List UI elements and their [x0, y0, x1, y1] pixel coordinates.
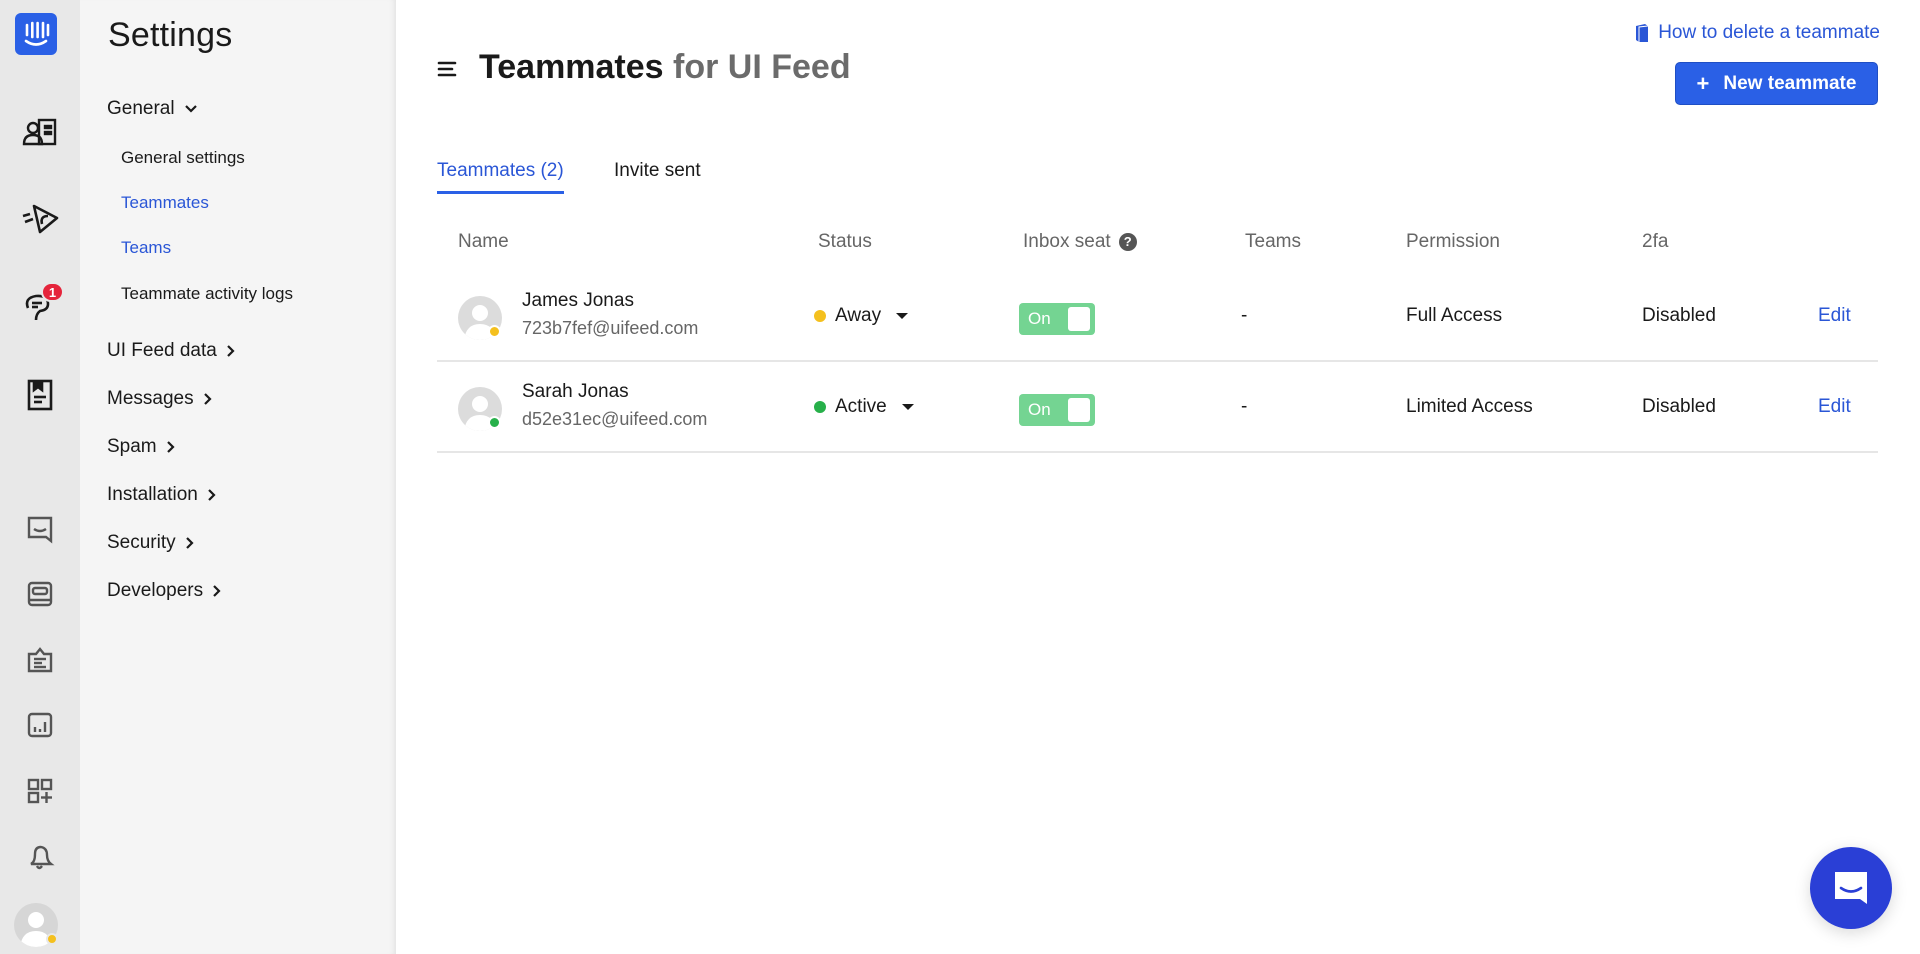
status-label: Active: [835, 396, 887, 417]
section-spam[interactable]: Spam: [107, 436, 175, 458]
tab-invite-sent[interactable]: Invite sent: [614, 160, 701, 191]
teammate-name: James Jonas: [522, 290, 634, 311]
teammate-email: d52e31ec@uifeed.com: [522, 409, 708, 429]
book-icon: [1636, 24, 1649, 42]
toggle-knob: [1068, 398, 1090, 422]
twofa-value: Disabled: [1642, 305, 1716, 326]
column-header-permission: Permission: [1406, 231, 1500, 252]
column-header-status: Status: [818, 231, 872, 252]
sidebar-item-teammate-activity-logs[interactable]: Teammate activity logs: [121, 284, 293, 304]
section-label: Installation: [107, 484, 198, 505]
chat-icon: [1835, 872, 1867, 904]
sidebar-item-teams[interactable]: Teams: [121, 238, 171, 258]
section-ui-feed-data[interactable]: UI Feed data: [107, 340, 235, 362]
table-row: James Jonas 723b7fef@uifeed.com Away On …: [437, 272, 1878, 362]
table-row: Sarah Jonas d52e31ec@uifeed.com Active O…: [437, 363, 1878, 453]
status-label: Away: [835, 305, 882, 326]
app-store-icon[interactable]: [0, 767, 80, 815]
main-content: Teammates for UI Feed How to delete a te…: [396, 0, 1920, 954]
section-messages[interactable]: Messages: [107, 388, 212, 410]
chevron-right-icon: [166, 441, 175, 453]
chevron-right-icon: [227, 345, 235, 357]
section-label: Messages: [107, 388, 194, 409]
tab-teammates[interactable]: Teammates (2): [437, 160, 564, 194]
column-header-name: Name: [458, 231, 509, 252]
section-installation[interactable]: Installation: [107, 484, 216, 506]
teammate-name: Sarah Jonas: [522, 381, 629, 402]
outbound-icon[interactable]: [0, 194, 80, 242]
toggle-label: On: [1028, 309, 1051, 328]
section-label: General: [107, 98, 175, 119]
articles-icon[interactable]: [0, 371, 80, 419]
section-label: Security: [107, 532, 176, 553]
twofa-value: Disabled: [1642, 396, 1716, 417]
plus-icon: +: [1696, 70, 1710, 96]
caret-down-icon: [901, 404, 914, 410]
column-header-teams: Teams: [1245, 231, 1301, 252]
notifications-icon[interactable]: [0, 833, 80, 881]
hamburger-menu-icon[interactable]: [436, 58, 458, 80]
settings-title: Settings: [108, 16, 233, 54]
section-label: Spam: [107, 436, 157, 457]
intercom-logo-icon[interactable]: [15, 13, 57, 55]
permission-value: Full Access: [1406, 305, 1503, 326]
page-title-workspace: for UI Feed: [663, 48, 851, 86]
toggle-knob: [1068, 307, 1090, 331]
away-status-dot: [46, 933, 58, 945]
contacts-icon[interactable]: [0, 108, 80, 156]
new-teammate-label: New teammate: [1723, 72, 1857, 94]
teams-value: -: [1241, 396, 1248, 417]
edit-link[interactable]: Edit: [1818, 396, 1851, 418]
chevron-down-icon: [184, 105, 197, 113]
section-label: UI Feed data: [107, 340, 217, 361]
chevron-right-icon: [185, 537, 194, 549]
messenger-icon[interactable]: [0, 505, 80, 553]
toggle-label: On: [1028, 400, 1051, 419]
sidebar-item-general-settings[interactable]: General settings: [121, 148, 245, 168]
inbox-seat-toggle[interactable]: On: [1019, 394, 1095, 426]
chevron-right-icon: [208, 489, 216, 501]
messenger-launcher-button[interactable]: [1810, 847, 1892, 929]
teammate-email: 723b7fef@uifeed.com: [522, 318, 699, 338]
status-dropdown[interactable]: Active: [814, 396, 914, 418]
status-dropdown[interactable]: Away: [814, 305, 909, 327]
icon-rail: 1: [0, 0, 80, 954]
presence-dot: [488, 416, 501, 429]
section-security[interactable]: Security: [107, 532, 194, 554]
page-title-main: Teammates: [479, 48, 664, 86]
how-to-delete-teammate-link[interactable]: How to delete a teammate: [1634, 22, 1880, 44]
status-dot: [814, 401, 826, 413]
reports-icon[interactable]: [0, 701, 80, 749]
operator-icon[interactable]: [0, 636, 80, 684]
chevron-right-icon: [213, 585, 221, 597]
section-general[interactable]: General: [107, 98, 197, 120]
sidebar-item-teammates[interactable]: Teammates: [121, 193, 209, 213]
inbox-seat-toggle[interactable]: On: [1019, 303, 1095, 335]
help-link-label: How to delete a teammate: [1658, 22, 1880, 43]
inbox-icon[interactable]: [0, 282, 80, 330]
section-developers[interactable]: Developers: [107, 580, 221, 602]
section-label: Developers: [107, 580, 204, 601]
caret-down-icon: [896, 313, 909, 319]
settings-sidebar: Settings General General settings Teamma…: [80, 0, 396, 954]
permission-value: Limited Access: [1406, 396, 1533, 417]
status-dot: [814, 310, 826, 322]
inbox-seat-label: Inbox seat: [1023, 231, 1111, 252]
help-icon[interactable]: ?: [1118, 233, 1137, 251]
help-center-icon[interactable]: [0, 570, 80, 618]
presence-dot: [488, 325, 501, 338]
edit-link[interactable]: Edit: [1818, 305, 1851, 327]
chevron-right-icon: [203, 393, 212, 405]
page-title: Teammates for UI Feed: [479, 48, 851, 87]
notification-badge: 1: [41, 282, 64, 302]
column-header-2fa: 2fa: [1642, 231, 1669, 252]
column-header-inbox-seat: Inbox seat?: [1023, 231, 1137, 253]
new-teammate-button[interactable]: + New teammate: [1675, 62, 1878, 105]
teams-value: -: [1241, 305, 1248, 326]
